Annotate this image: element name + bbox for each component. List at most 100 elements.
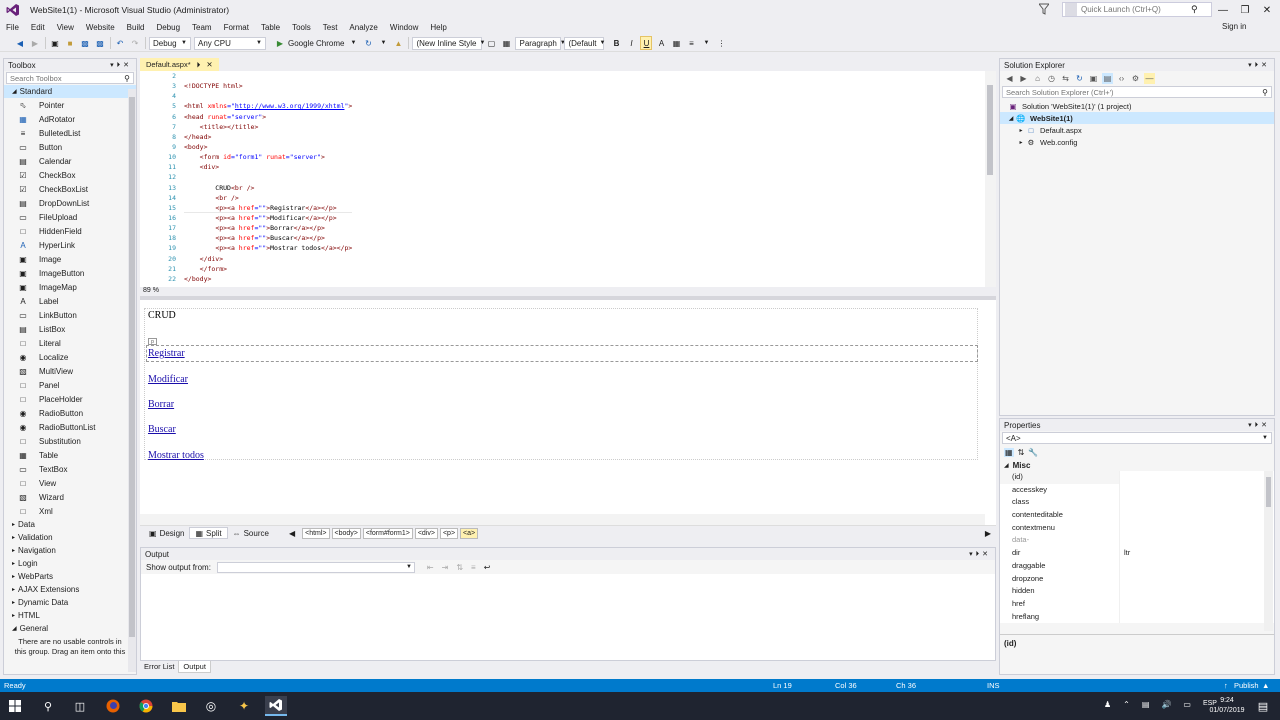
crumb-a[interactable]: <a> (460, 527, 479, 539)
property-row[interactable]: hreflang (1000, 610, 1274, 624)
property-value[interactable] (1120, 496, 1124, 509)
highlight-icon[interactable]: ▦ (670, 36, 682, 50)
crumb-div[interactable]: <div> (414, 527, 438, 539)
close-button[interactable]: ✕ (1256, 0, 1278, 20)
menu-tools[interactable]: Tools (286, 20, 317, 35)
search-icon[interactable]: ⚲ (124, 74, 130, 83)
toolbox-item[interactable]: ▧ MultiView (4, 364, 136, 378)
code-line[interactable]: <br /> (184, 193, 352, 203)
chevron-down-icon[interactable]: ▼ (377, 36, 389, 50)
property-row[interactable]: data- (1000, 534, 1274, 548)
tree-web-config[interactable]: ▸ ⚙ Web.config (1000, 136, 1274, 148)
property-row[interactable]: contextmenu (1000, 521, 1274, 535)
toolbox-item[interactable]: □ Xml (4, 504, 136, 518)
toolbox-item[interactable]: ▤ DropDownList (4, 196, 136, 210)
tab-error-list[interactable]: Error List (140, 661, 179, 673)
output-source-dropdown[interactable]: ▼ (216, 561, 415, 573)
menu-test[interactable]: Test (317, 20, 344, 35)
notifications-icon[interactable]: ▤ (1252, 696, 1274, 716)
run-icon[interactable]: ▶ (274, 36, 286, 50)
properties-scrollbar[interactable] (1264, 471, 1273, 631)
restore-button[interactable]: ❐ (1234, 0, 1256, 20)
toolbox-category[interactable]: ▸ Navigation (4, 544, 136, 557)
zoom-level[interactable]: 89 % (143, 287, 159, 294)
pane-controls[interactable]: ▾⏵✕ (969, 550, 991, 559)
code-line[interactable]: </body> (184, 274, 352, 284)
tree-default-aspx[interactable]: ▸ □ Default.aspx (1000, 124, 1274, 136)
toolbox-item[interactable]: □ Literal (4, 336, 136, 350)
collapse-arrow-icon[interactable]: ◢ (1006, 115, 1016, 122)
code-editor[interactable]: 2 3 4 5 6 7 8 9 10 11 12 13 14 15 16 17 … (140, 71, 996, 287)
alphabetical-icon[interactable]: ⇅ (1018, 448, 1025, 457)
split-view-button[interactable]: ▦ Split (189, 527, 228, 539)
wrench-icon[interactable]: 🔧 (1028, 448, 1038, 457)
property-row[interactable]: accesskey (1000, 483, 1274, 497)
property-row[interactable]: hidden (1000, 585, 1274, 598)
design-view-button[interactable]: ▣ Design (144, 529, 189, 538)
clear-all-icon[interactable]: ≡ (471, 563, 476, 572)
battery-icon[interactable]: ▭ (1183, 700, 1191, 709)
design-scrollbar[interactable] (140, 514, 985, 525)
menu-website[interactable]: Website (80, 20, 121, 35)
minimize-button[interactable]: — (1212, 0, 1234, 20)
code-line[interactable]: <div> (184, 162, 352, 172)
toolbox-item[interactable]: ▣ Image (4, 252, 136, 266)
pending-changes-icon[interactable]: ◷ (1046, 73, 1057, 84)
property-value[interactable] (1120, 509, 1124, 522)
crumb-left-icon[interactable]: ◀ (284, 529, 300, 538)
toolbox-item[interactable]: ◉ Localize (4, 350, 136, 364)
target-rule-icon[interactable]: ▦ (500, 36, 512, 50)
toolbox-item[interactable]: ▦ AdRotator (4, 112, 136, 126)
expand-arrow-icon[interactable]: ▸ (1016, 139, 1026, 146)
task-view-icon[interactable]: ◫ (69, 696, 91, 716)
property-row[interactable]: href (1000, 597, 1274, 611)
link-borrar[interactable]: Borrar (148, 399, 174, 410)
chevron-up-icon[interactable]: ⌃ (1123, 700, 1130, 709)
windows-start-icon[interactable] (4, 696, 26, 716)
property-value[interactable] (1120, 522, 1124, 535)
pane-controls[interactable]: ▾⏵✕ (1248, 61, 1270, 70)
toolbox-category[interactable]: ▸ Validation (4, 531, 136, 544)
toolbox-item[interactable]: A HyperLink (4, 238, 136, 252)
source-view-button[interactable]: ⇔ Source (228, 529, 274, 538)
pane-controls[interactable]: ▾⏵✕ (1248, 421, 1270, 430)
search-icon[interactable]: ⚲ (1191, 4, 1198, 15)
font-dropdown[interactable]: (Default ▼ (564, 36, 605, 50)
back-icon[interactable]: ◀ (14, 36, 26, 50)
scroll-thumb[interactable] (1266, 477, 1271, 507)
platform-dropdown[interactable]: Any CPU ▼ (194, 36, 266, 50)
quick-launch-input[interactable] (1081, 5, 1191, 14)
toolbox-category[interactable]: ▸ AJAX Extensions (4, 583, 136, 596)
configuration-dropdown[interactable]: Debug ▼ (149, 36, 191, 50)
style-dropdown[interactable]: (New Inline Style ▼ (412, 36, 485, 50)
toolbox-search-box[interactable]: ⚲ (6, 72, 134, 84)
menu-table[interactable]: Table (255, 20, 286, 35)
code-line[interactable] (184, 91, 352, 101)
link-registrar[interactable]: Registrar (148, 348, 185, 359)
toolbox-item[interactable]: ≡ BulletedList (4, 126, 136, 140)
font-color-icon[interactable]: A (655, 36, 667, 50)
visual-studio-taskbar-icon[interactable] (265, 696, 287, 716)
menu-view[interactable]: View (51, 20, 80, 35)
menu-edit[interactable]: Edit (25, 20, 51, 35)
italic-button[interactable]: I (625, 36, 637, 50)
code-line[interactable]: <p><a href="">Modificar</a></p> (184, 213, 352, 223)
toolbox-item[interactable]: ▭ FileUpload (4, 210, 136, 224)
code-line[interactable]: <title></title> (184, 122, 352, 132)
toolbox-scrollbar[interactable] (128, 89, 136, 672)
crumb-right-icon[interactable]: ▶ (980, 529, 996, 538)
clock[interactable]: 9:24 01/07/2019 (1208, 696, 1246, 716)
show-all-files-icon[interactable]: ▤ (1102, 72, 1113, 84)
toolbox-item[interactable]: ◉ RadioButton (4, 406, 136, 420)
code-line[interactable]: <form id="form1" runat="server"> (184, 152, 352, 162)
property-value[interactable]: ltr (1120, 547, 1130, 560)
redo-icon[interactable]: ↷ (129, 36, 141, 50)
link-modificar[interactable]: Modificar (148, 374, 188, 385)
view-code-icon[interactable]: ‹› (1116, 73, 1127, 84)
new-project-icon[interactable]: ▣ (49, 36, 61, 50)
toolbox-item[interactable]: □ HiddenField (4, 224, 136, 238)
chevron-down-icon[interactable]: ▼ (700, 36, 712, 50)
code-line[interactable]: CRUD<br /> (184, 183, 352, 193)
toolbox-item[interactable]: ▣ ImageButton (4, 266, 136, 280)
property-value[interactable] (1120, 484, 1124, 497)
